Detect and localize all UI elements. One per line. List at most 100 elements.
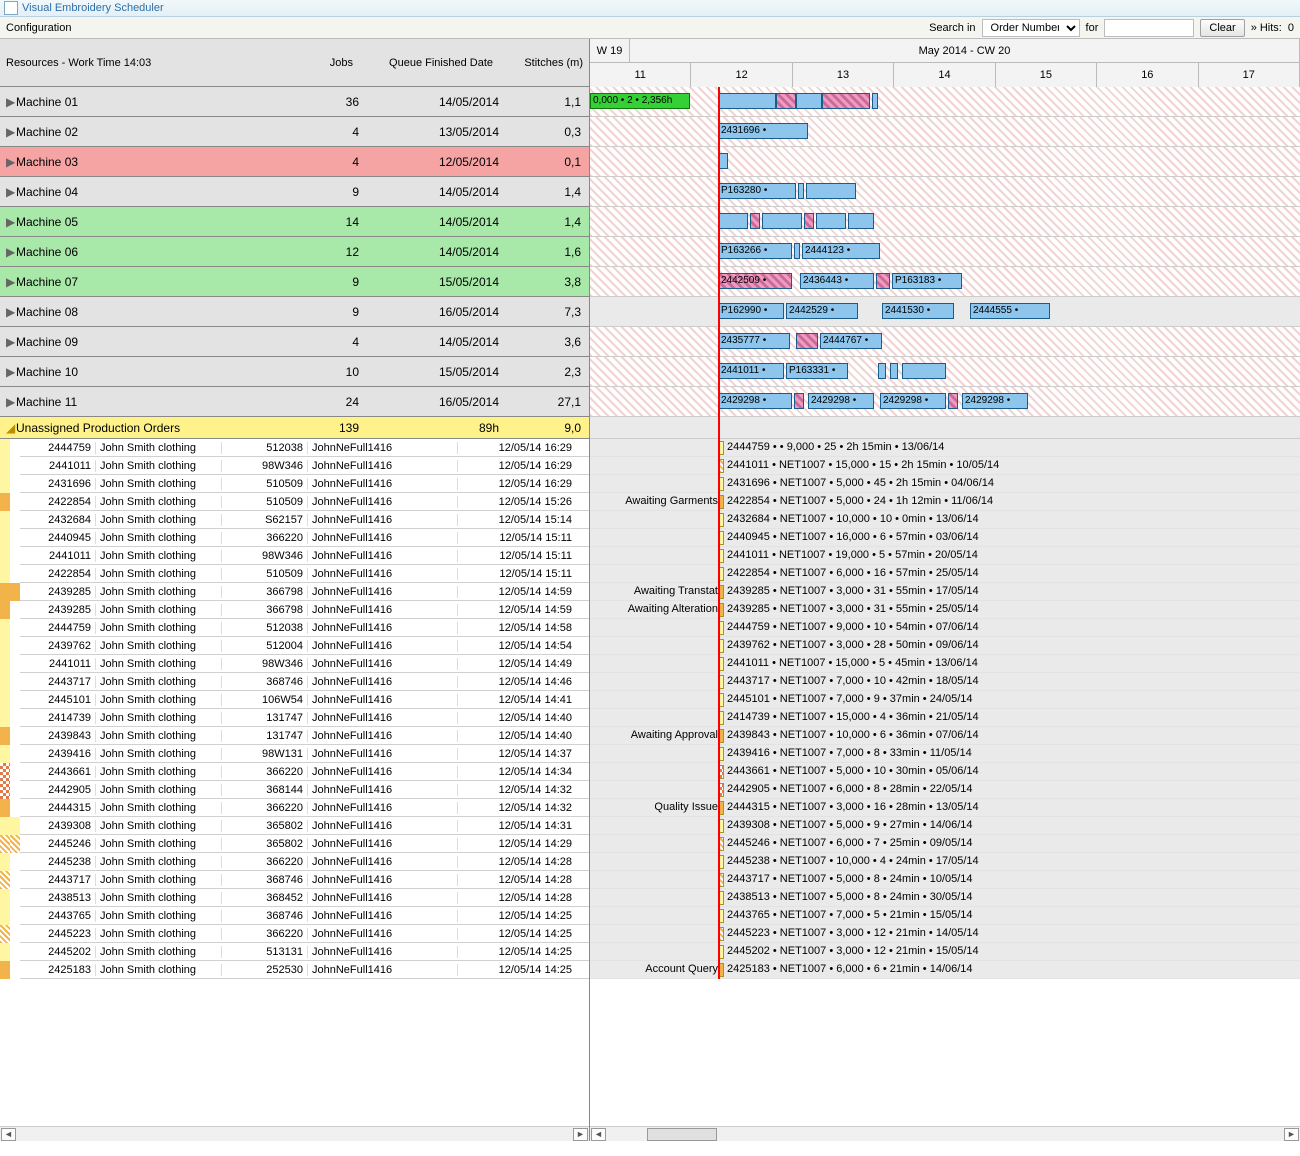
gantt-bar[interactable] [876, 273, 890, 289]
timeline-order-row[interactable]: 2445246 • NET1007 • 6,000 • 7 • 25min • … [590, 835, 1300, 853]
order-chip[interactable]: 2443717 • NET1007 • 5,000 • 8 • 24min • … [718, 873, 973, 887]
order-chip[interactable]: 2443717 • NET1007 • 7,000 • 10 • 42min •… [718, 675, 979, 689]
gantt-bar[interactable] [794, 393, 804, 409]
timeline-order-row[interactable]: 2432684 • NET1007 • 10,000 • 10 • 0min •… [590, 511, 1300, 529]
search-input[interactable] [1104, 19, 1194, 37]
order-chip[interactable]: 2414739 • NET1007 • 15,000 • 4 • 36min •… [718, 711, 979, 725]
timeline-order-row[interactable]: 2445101 • NET1007 • 7,000 • 9 • 37min • … [590, 691, 1300, 709]
gantt-bar[interactable] [872, 93, 878, 109]
gantt-bar[interactable] [948, 393, 958, 409]
timeline-order-row[interactable]: 2431696 • NET1007 • 5,000 • 45 • 2h 15mi… [590, 475, 1300, 493]
order-row[interactable]: 2431696John Smith clothing510509JohnNeFu… [0, 475, 589, 493]
timeline-order-row[interactable]: Awaiting Approval2439843 • NET1007 • 10,… [590, 727, 1300, 745]
machine-row[interactable]: ▶Machine 03412/05/20140,1 [0, 147, 589, 177]
order-chip[interactable]: 2439308 • NET1007 • 5,000 • 9 • 27min • … [718, 819, 973, 833]
order-row[interactable]: 2443717John Smith clothing368746JohnNeFu… [0, 871, 589, 889]
timeline-row[interactable]: 2431696 • [590, 117, 1300, 147]
timeline-order-row[interactable]: Awaiting Garments2422854 • NET1007 • 5,0… [590, 493, 1300, 511]
machine-row[interactable]: ▶Machine 08916/05/20147,3 [0, 297, 589, 327]
timeline-order-row[interactable]: 2443765 • NET1007 • 7,000 • 5 • 21min • … [590, 907, 1300, 925]
order-row[interactable]: 2422854John Smith clothing510509JohnNeFu… [0, 493, 589, 511]
timeline-order-row[interactable]: 2443717 • NET1007 • 7,000 • 10 • 42min •… [590, 673, 1300, 691]
order-row[interactable]: 2443765John Smith clothing368746JohnNeFu… [0, 907, 589, 925]
order-row[interactable]: 2445238John Smith clothing366220JohnNeFu… [0, 853, 589, 871]
gantt-bar[interactable]: 0,000 • 2 • 2,356h [590, 93, 690, 109]
order-chip[interactable]: 2425183 • NET1007 • 6,000 • 6 • 21min • … [718, 963, 973, 977]
order-row[interactable]: 2440945John Smith clothing366220JohnNeFu… [0, 529, 589, 547]
order-chip[interactable]: 2439416 • NET1007 • 7,000 • 8 • 33min • … [718, 747, 972, 761]
order-row[interactable]: 2444315John Smith clothing366220JohnNeFu… [0, 799, 589, 817]
gantt-bar[interactable]: 2429298 • [880, 393, 946, 409]
timeline-row[interactable] [590, 147, 1300, 177]
gantt-bar[interactable] [718, 93, 776, 109]
order-chip[interactable]: 2422854 • NET1007 • 5,000 • 24 • 1h 12mi… [718, 495, 993, 509]
gantt-bar[interactable]: 2441011 • [718, 363, 784, 379]
scroll-left-icon[interactable]: ◄ [591, 1128, 606, 1141]
order-chip[interactable]: 2444759 • NET1007 • 9,000 • 10 • 54min •… [718, 621, 979, 635]
machine-row[interactable]: ▶Machine 101015/05/20142,3 [0, 357, 589, 387]
scroll-thumb[interactable] [647, 1128, 717, 1141]
timeline-row[interactable]: 2429298 •2429298 •2429298 •2429298 • [590, 387, 1300, 417]
order-chip[interactable]: 2440945 • NET1007 • 16,000 • 6 • 57min •… [718, 531, 979, 545]
order-chip[interactable]: 2444315 • NET1007 • 3,000 • 16 • 28min •… [718, 801, 979, 815]
search-field-select[interactable]: Order Number [982, 19, 1080, 37]
gantt-bar[interactable]: 2442529 • [786, 303, 858, 319]
order-row[interactable]: 2441011John Smith clothing98W346JohnNeFu… [0, 655, 589, 673]
timeline-order-row[interactable]: 2441011 • NET1007 • 15,000 • 15 • 2h 15m… [590, 457, 1300, 475]
order-chip[interactable]: 2439843 • NET1007 • 10,000 • 6 • 36min •… [718, 729, 979, 743]
timeline-row[interactable]: P163280 • [590, 177, 1300, 207]
order-chip[interactable]: 2441011 • NET1007 • 19,000 • 5 • 57min •… [718, 549, 978, 563]
gantt-bar[interactable]: P163266 • [718, 243, 792, 259]
gantt-bar[interactable] [806, 183, 856, 199]
order-row[interactable]: 2444759John Smith clothing512038JohnNeFu… [0, 439, 589, 457]
gantt-bar[interactable]: 2429298 • [718, 393, 792, 409]
gantt-bar[interactable]: 2442509 • [718, 273, 792, 289]
gantt-bar[interactable] [816, 213, 846, 229]
order-chip[interactable]: 2445202 • NET1007 • 3,000 • 12 • 21min •… [718, 945, 979, 959]
timeline-row[interactable]: 2442509 • 2436443 • P163183 • [590, 267, 1300, 297]
gantt-bar[interactable]: 2444767 • [820, 333, 882, 349]
order-chip[interactable]: 2444759 • • 9,000 • 25 • 2h 15min • 13/0… [718, 441, 944, 455]
gantt-bar[interactable]: 2431696 • [718, 123, 808, 139]
timeline-order-row[interactable]: 2443717 • NET1007 • 5,000 • 8 • 24min • … [590, 871, 1300, 889]
gantt-bar[interactable] [796, 93, 822, 109]
timeline-order-row[interactable]: 2441011 • NET1007 • 15,000 • 5 • 45min •… [590, 655, 1300, 673]
order-chip[interactable]: 2431696 • NET1007 • 5,000 • 45 • 2h 15mi… [718, 477, 994, 491]
order-chip[interactable]: 2445238 • NET1007 • 10,000 • 4 • 24min •… [718, 855, 979, 869]
order-row[interactable]: 2441011John Smith clothing98W346JohnNeFu… [0, 547, 589, 565]
right-hscroll[interactable]: ◄ ► [590, 1126, 1300, 1141]
gantt-bar[interactable]: 2444555 • [970, 303, 1050, 319]
order-row[interactable]: 2439285John Smith clothing366798JohnNeFu… [0, 601, 589, 619]
order-row[interactable]: 2445246John Smith clothing365802JohnNeFu… [0, 835, 589, 853]
order-chip[interactable]: 2441011 • NET1007 • 15,000 • 5 • 45min •… [718, 657, 978, 671]
gantt-bar[interactable]: P163183 • [892, 273, 962, 289]
left-hscroll[interactable]: ◄ ► [0, 1126, 589, 1141]
gantt-bar[interactable] [804, 213, 814, 229]
gantt-bar[interactable] [878, 363, 886, 379]
gantt-bar[interactable]: 2444123 • [802, 243, 880, 259]
order-row[interactable]: 2444759John Smith clothing512038JohnNeFu… [0, 619, 589, 637]
order-row[interactable]: 2441011John Smith clothing98W346JohnNeFu… [0, 457, 589, 475]
machine-row[interactable]: ▶Machine 112416/05/201427,1 [0, 387, 589, 417]
gantt-bar[interactable] [762, 213, 802, 229]
order-chip[interactable]: 2422854 • NET1007 • 6,000 • 16 • 57min •… [718, 567, 979, 581]
timeline-order-row[interactable]: Account Query2425183 • NET1007 • 6,000 •… [590, 961, 1300, 979]
gantt-bar[interactable]: 2429298 • [962, 393, 1028, 409]
gantt-bar[interactable]: 2436443 • [800, 273, 874, 289]
gantt-bar[interactable] [796, 333, 818, 349]
order-row[interactable]: 2422854John Smith clothing510509JohnNeFu… [0, 565, 589, 583]
machine-row[interactable]: ▶Machine 061214/05/20141,6 [0, 237, 589, 267]
order-row[interactable]: 2445202John Smith clothing513131JohnNeFu… [0, 943, 589, 961]
order-row[interactable]: 2443661John Smith clothing366220JohnNeFu… [0, 763, 589, 781]
timeline-order-row[interactable]: 2439308 • NET1007 • 5,000 • 9 • 27min • … [590, 817, 1300, 835]
timeline-row[interactable]: 2435777 •2444767 • [590, 327, 1300, 357]
order-chip[interactable]: 2438513 • NET1007 • 5,000 • 8 • 24min • … [718, 891, 973, 905]
order-row[interactable]: 2443717John Smith clothing368746JohnNeFu… [0, 673, 589, 691]
order-chip[interactable]: 2432684 • NET1007 • 10,000 • 10 • 0min •… [718, 513, 979, 527]
timeline-order-row[interactable]: 2445202 • NET1007 • 3,000 • 12 • 21min •… [590, 943, 1300, 961]
gantt-bar[interactable] [848, 213, 874, 229]
order-row[interactable]: 2439843John Smith clothing131747JohnNeFu… [0, 727, 589, 745]
gantt-bar[interactable]: P162990 • [718, 303, 784, 319]
order-chip[interactable]: 2443661 • NET1007 • 5,000 • 10 • 30min •… [718, 765, 979, 779]
timeline-order-row[interactable]: 2440945 • NET1007 • 16,000 • 6 • 57min •… [590, 529, 1300, 547]
